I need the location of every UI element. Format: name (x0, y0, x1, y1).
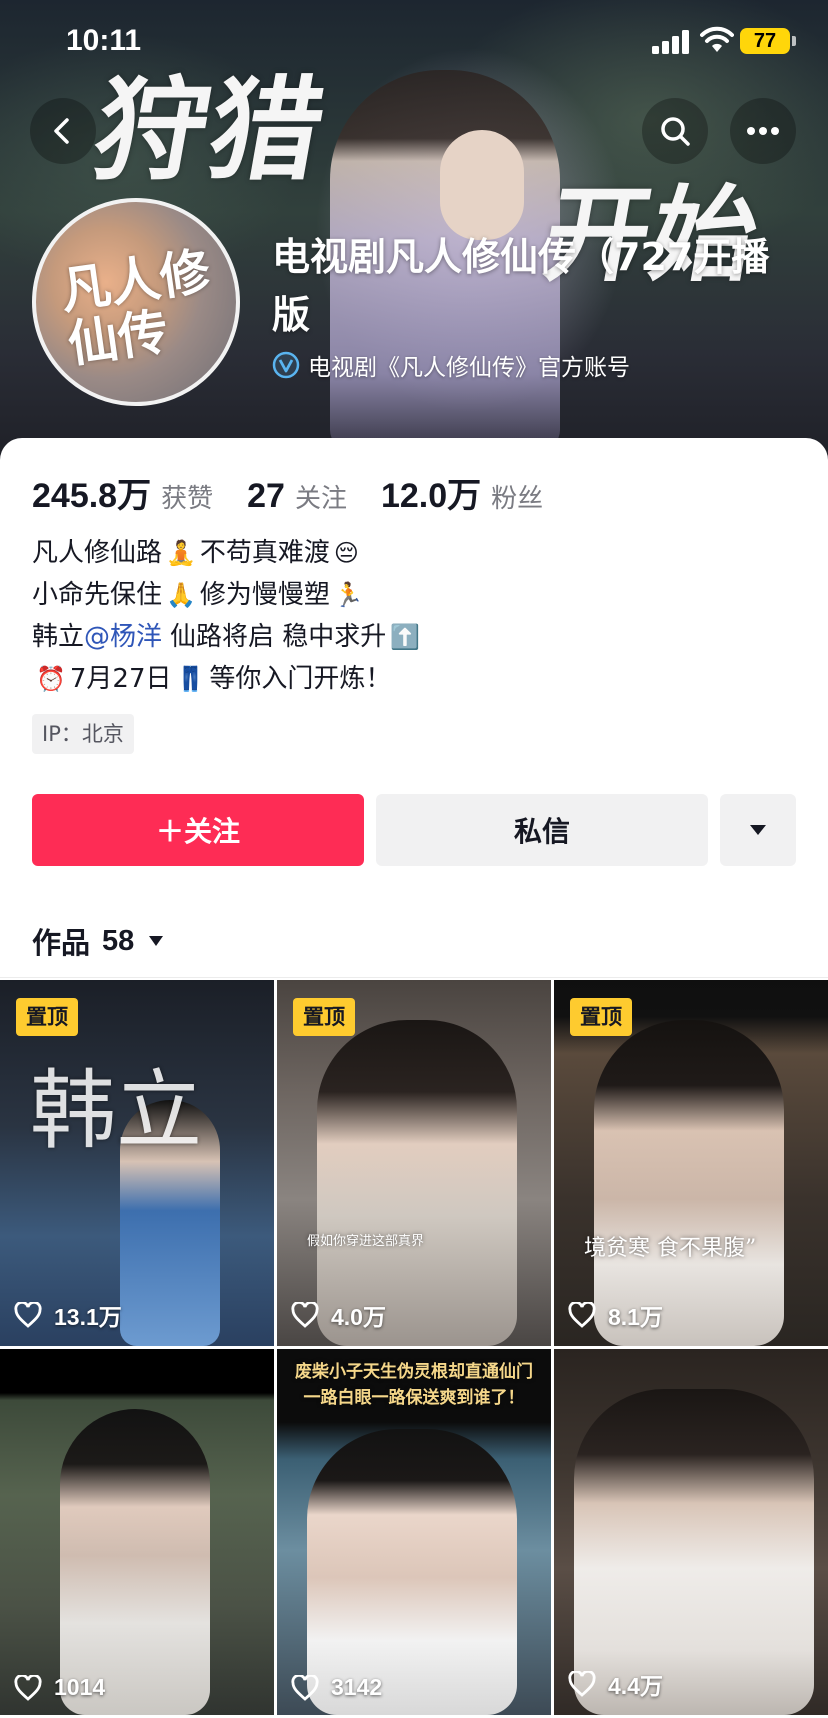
video-tile[interactable]: 废柴小子天生伪灵根却直通仙门 一路白眼一路保送爽到谁了！ 3142 (277, 1349, 551, 1715)
alarm-clock-emoji-icon: ⏰ (36, 665, 66, 693)
running-emoji-icon: 🏃 (333, 581, 364, 609)
status-bar: 10:11 77 (0, 0, 828, 88)
more-actions-dropdown[interactable] (720, 794, 796, 866)
like-count-value: 4.0万 (331, 1304, 386, 1330)
tab-works-label: 作品 (32, 926, 91, 960)
avatar[interactable]: 凡人修仙传 (32, 198, 240, 406)
bio-text: 凡人修仙路 (32, 538, 163, 568)
heart-icon (568, 1671, 596, 1697)
verified-label: 电视剧《凡人修仙传》官方账号 (308, 355, 630, 381)
like-count: 8.1万 (568, 1298, 663, 1332)
ip-location-tag: IP：北京 (32, 714, 134, 754)
video-tile[interactable]: 假如你穿进这部真界 置顶 4.0万 (277, 980, 551, 1346)
like-count: 13.1万 (14, 1298, 122, 1332)
stat-following-value: 27 (247, 477, 285, 515)
follow-button[interactable]: ＋关注 (32, 794, 364, 866)
battery-indicator: 77 (740, 28, 790, 54)
like-count-value: 3142 (331, 1674, 383, 1700)
pensive-emoji-icon: 😔 (333, 539, 359, 567)
status-time: 10:11 (66, 24, 142, 57)
pinned-badge: 置顶 (570, 998, 632, 1036)
bio-line-2: 小命先保住 🙏 修为慢慢塑 🏃 (32, 574, 424, 616)
mention-link[interactable]: @杨洋 (84, 616, 162, 658)
more-dots-icon (747, 127, 779, 135)
bio-text: 修为慢慢塑 (199, 580, 330, 610)
bio-text: 小命先保住 (32, 580, 163, 610)
thumbnail-overlay-text: 境贫寒 食不果腹” (584, 1236, 757, 1261)
stat-followers-label: 粉丝 (491, 484, 544, 514)
jeans-emoji-icon: 👖 (175, 665, 206, 693)
like-count-value: 4.4万 (608, 1673, 663, 1699)
bio-line-3: 韩立 @杨洋 仙路将启 稳中求升 ⬆️ (32, 616, 424, 658)
tab-works[interactable]: 作品 58 (32, 920, 164, 962)
thumbnail-figure (60, 1409, 210, 1715)
back-button[interactable] (30, 98, 96, 164)
bio-line-1: 凡人修仙路 🧘 不苟真难渡 😔 (32, 532, 424, 574)
bio-text: 韩立 (32, 622, 85, 652)
video-tile[interactable]: 韩立 置顶 13.1万 (0, 980, 274, 1346)
thumbnail-overlay-text: 假如你穿进这部真界 (307, 1234, 425, 1249)
thumbnail-figure (307, 1429, 517, 1715)
caret-down-icon (750, 825, 766, 835)
bio-line-4: ⏰ 7月27日 👖 等你入门开炼！ (32, 658, 424, 700)
avatar-logo-text: 凡人修仙传 (56, 241, 214, 374)
profile-name: 电视剧凡人修仙传（727开播版 (272, 235, 770, 337)
heart-icon (291, 1674, 319, 1701)
video-tile[interactable]: 4.4万 (554, 1349, 828, 1715)
stat-following[interactable]: 27 关注 (247, 477, 347, 516)
cellular-signal-icon (652, 30, 689, 54)
stat-followers-value: 12.0万 (380, 477, 482, 515)
video-tile[interactable]: 境贫寒 食不果腹” 置顶 8.1万 (554, 980, 828, 1346)
divider (0, 977, 828, 978)
stat-following-label: 关注 (294, 484, 347, 514)
thumbnail-overlay-text: 韩立 (30, 1061, 202, 1161)
heart-icon (14, 1674, 42, 1701)
profile-bio: 凡人修仙路 🧘 不苟真难渡 😔 小命先保住 🙏 修为慢慢塑 🏃 韩立 @杨洋 仙… (32, 532, 424, 700)
bio-text: 7月27日 (69, 664, 172, 694)
like-count-value: 8.1万 (608, 1304, 663, 1330)
like-count: 1014 (14, 1674, 105, 1701)
message-button[interactable]: 私信 (376, 794, 708, 866)
video-tile[interactable]: 1014 (0, 1349, 274, 1715)
stat-likes-value: 245.8万 (32, 477, 152, 515)
profile-stats: 245.8万 获赞 27 关注 12.0万 粉丝 (32, 468, 577, 517)
search-icon (661, 117, 690, 146)
like-count-value: 13.1万 (54, 1304, 122, 1330)
pinned-badge: 置顶 (16, 998, 78, 1036)
wifi-icon (700, 26, 734, 52)
like-count: 3142 (291, 1674, 382, 1701)
verified-badge-icon (272, 351, 300, 379)
palms-emoji-icon: 🙏 (166, 581, 196, 609)
more-button[interactable] (730, 98, 796, 164)
battery-cap (792, 36, 796, 46)
search-button[interactable] (642, 98, 708, 164)
meditation-emoji-icon: 🧘 (166, 539, 196, 567)
like-count: 4.4万 (568, 1667, 663, 1701)
stat-likes[interactable]: 245.8万 获赞 (32, 468, 213, 517)
bio-text: 不苟真难渡 (199, 538, 330, 568)
bio-text: 仙路将启 稳中求升 (170, 622, 387, 652)
heart-icon (568, 1302, 596, 1328)
like-count-value: 1014 (54, 1674, 106, 1700)
stat-likes-label: 获赞 (161, 484, 214, 514)
bio-text: 等你入门开炼！ (209, 664, 392, 694)
stat-followers[interactable]: 12.0万 粉丝 (381, 468, 543, 517)
heart-icon (291, 1302, 319, 1328)
like-count: 4.0万 (291, 1298, 386, 1332)
heart-icon (14, 1302, 42, 1328)
caret-down-icon (149, 936, 164, 946)
thumbnail-overlay-text: 废柴小子天生伪灵根却直通仙门 一路白眼一路保送爽到谁了！ (295, 1362, 533, 1408)
banner-character-face (440, 130, 524, 240)
pinned-badge: 置顶 (293, 998, 355, 1036)
chevron-left-icon (54, 118, 69, 144)
tab-works-count: 58 (102, 924, 135, 957)
up-arrow-emoji-icon: ⬆️ (390, 623, 421, 651)
verified-row: 电视剧《凡人修仙传》官方账号 (272, 348, 630, 382)
